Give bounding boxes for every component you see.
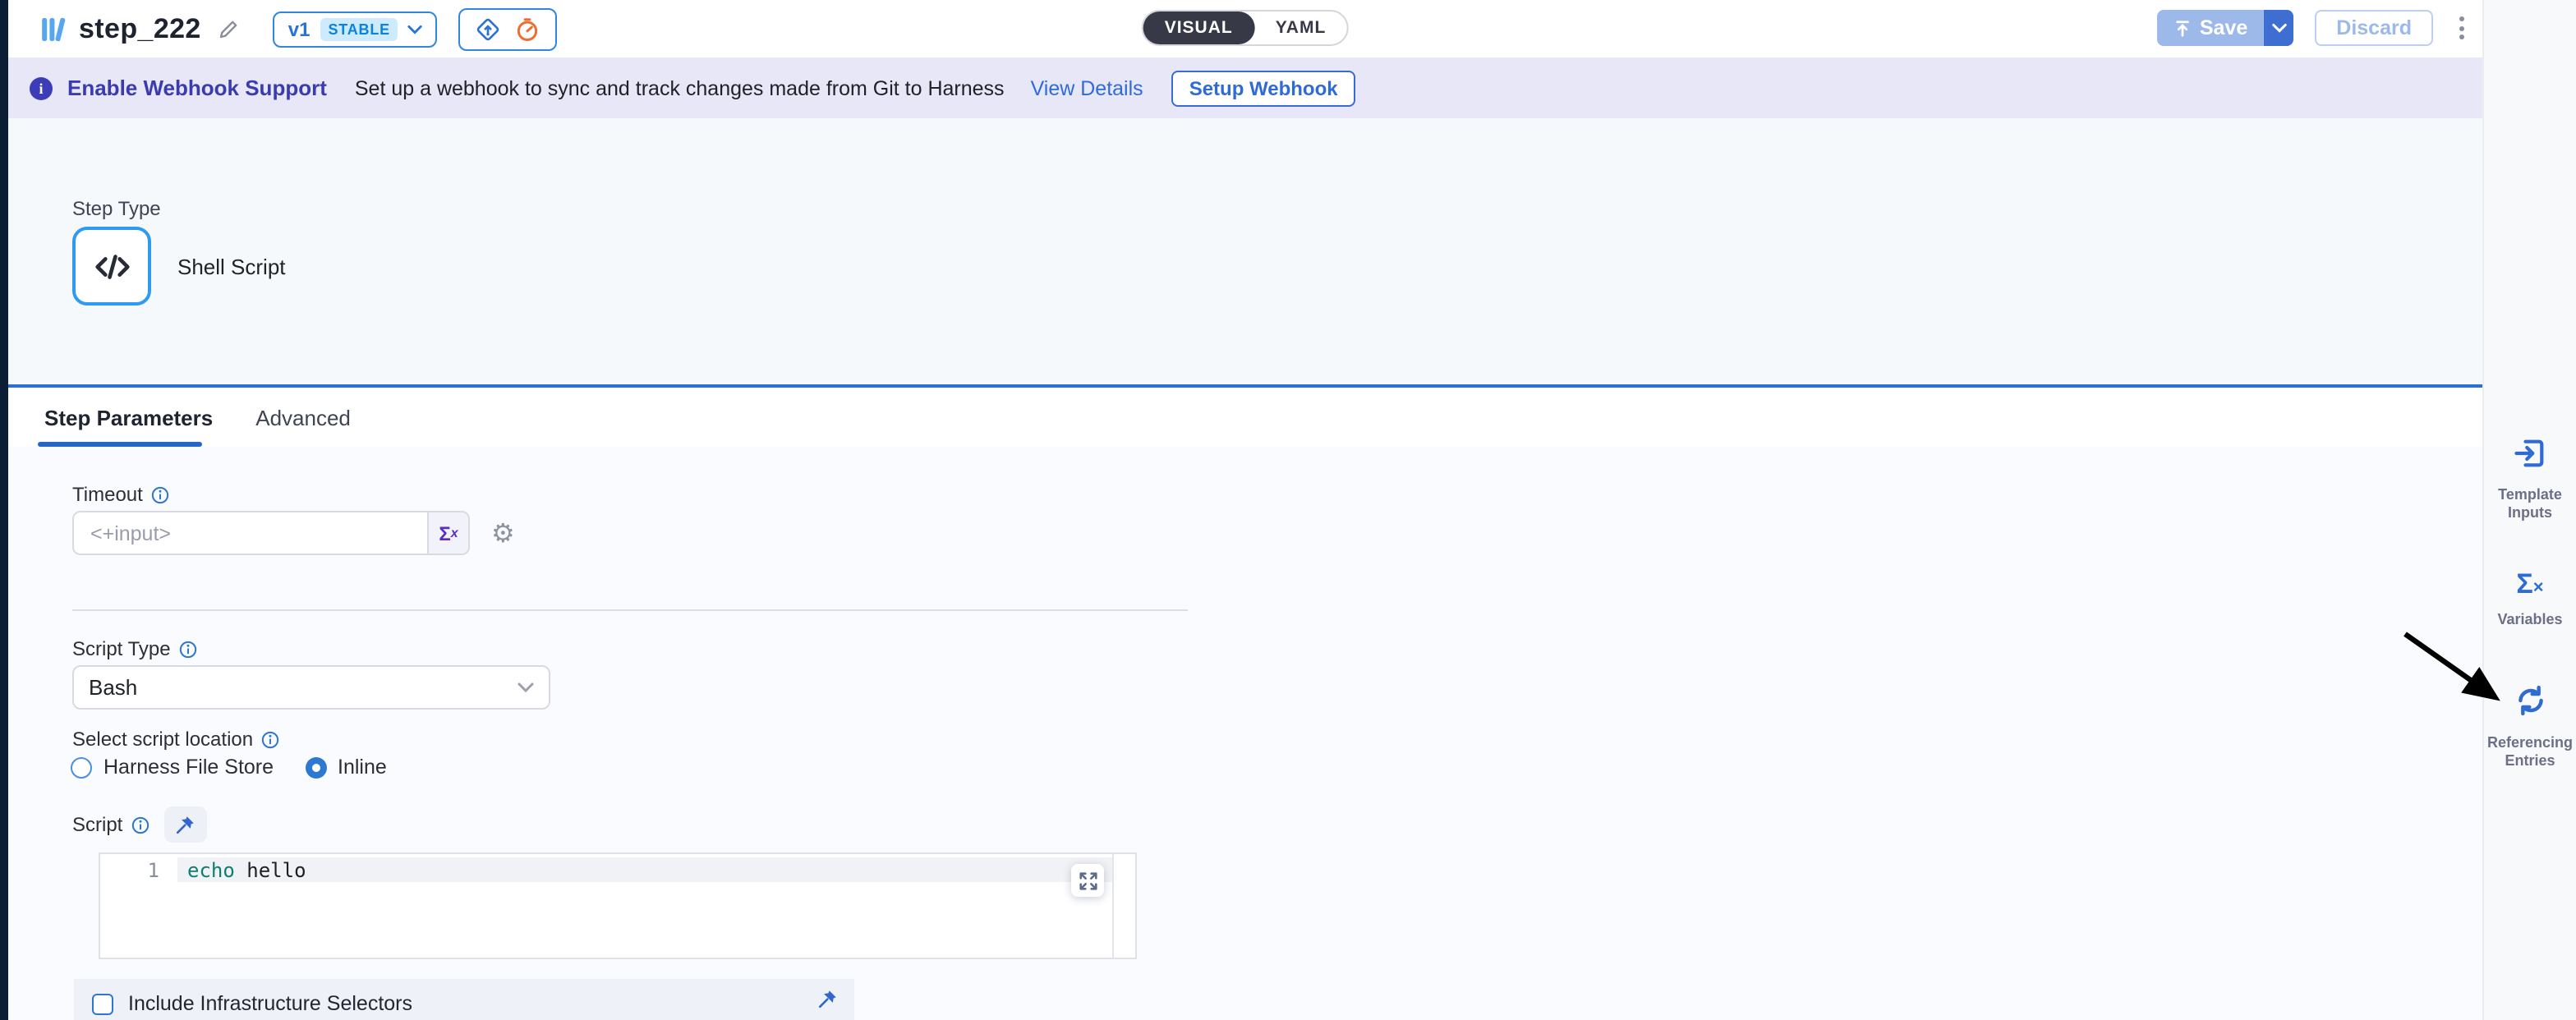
chevron-down-icon [518, 682, 534, 693]
stable-badge: STABLE [320, 17, 398, 40]
form-divider [72, 609, 1188, 611]
discard-button[interactable]: Discard [2315, 10, 2433, 46]
code-keyword: echo [187, 859, 235, 882]
sigma-glyph: Σ [439, 521, 450, 544]
visual-yaml-toggle: VISUAL YAML [1142, 10, 1350, 46]
banner-title: Enable Webhook Support [67, 76, 327, 100]
template-studio-page: step_222 v1 STABLE [0, 0, 2576, 1020]
save-options-caret[interactable] [2264, 10, 2293, 46]
referencing-entries-button[interactable]: Referencing Entries [2484, 683, 2576, 771]
chevron-down-icon [408, 24, 423, 34]
file-store-label: Harness File Store [104, 756, 274, 779]
include-infra-row: Include Infrastructure Selectors [74, 979, 854, 1020]
expand-editor-button[interactable] [1071, 864, 1104, 897]
right-toolbar-rail: Template Inputs Σ× Variables Referencing… [2482, 0, 2576, 1020]
gear-icon[interactable]: ⚙ [491, 520, 515, 546]
code-icon [90, 244, 134, 288]
referencing-entries-icon [2513, 683, 2547, 719]
step-type-label: Step Type [72, 197, 161, 220]
page-title: step_222 [79, 12, 201, 45]
timer-icon [515, 16, 541, 42]
timeout-label: Timeout [72, 483, 143, 506]
view-details-link[interactable]: View Details [1031, 76, 1143, 99]
variables-icon: Σ× [2516, 568, 2543, 604]
upload-icon [2174, 19, 2192, 37]
code-argument: hello [246, 859, 306, 882]
step-type-section: Step Type Shell Script [8, 118, 2482, 384]
shell-script-step-card[interactable] [72, 227, 151, 306]
inline-label: Inline [338, 756, 387, 779]
template-library-icon [38, 14, 67, 44]
template-inputs-icon [2512, 435, 2548, 471]
webhook-banner: i Enable Webhook Support Set up a webhoo… [8, 57, 2482, 118]
script-location-info-icon[interactable] [261, 730, 279, 748]
radio-circle-off [71, 756, 92, 778]
radio-inline[interactable]: Inline [305, 756, 387, 779]
variables-button[interactable]: Σ× Variables [2484, 568, 2576, 630]
collapsed-left-nav[interactable] [0, 0, 8, 1020]
pin-infra-button[interactable] [816, 989, 838, 1010]
include-infra-checkbox[interactable] [92, 993, 113, 1014]
step-parameters-panel: Timeout Σx ⚙ [8, 447, 2482, 1020]
script-code-editor[interactable]: 1 echo hello [99, 852, 1137, 959]
script-info-icon[interactable] [131, 816, 149, 834]
toggle-visual[interactable]: VISUAL [1143, 11, 1254, 44]
info-icon: i [30, 76, 53, 99]
script-label: Script [72, 813, 122, 836]
more-options-menu[interactable] [2454, 11, 2469, 44]
banner-message: Set up a webhook to sync and track chang… [355, 76, 1005, 99]
timeout-info-icon[interactable] [151, 485, 169, 503]
timeout-field-wrap: Σx [72, 511, 470, 555]
timeout-input[interactable] [74, 512, 427, 554]
version-selector[interactable]: v1 STABLE [274, 11, 438, 47]
save-button[interactable]: Save [2157, 10, 2264, 46]
template-status-icons[interactable] [459, 7, 558, 50]
tab-advanced[interactable]: Advanced [255, 405, 351, 430]
code-line: echo hello [187, 859, 306, 882]
setup-webhook-button[interactable]: Setup Webhook [1171, 70, 1356, 106]
script-location-label: Select script location [72, 728, 253, 751]
step-type-value: Shell Script [177, 254, 286, 278]
toggle-yaml[interactable]: YAML [1254, 11, 1348, 44]
tab-step-parameters[interactable]: Step Parameters [44, 405, 213, 430]
save-split-button: Save [2157, 10, 2293, 46]
script-type-value: Bash [89, 675, 137, 700]
expression-toggle[interactable]: Σx [427, 512, 468, 554]
editor-scrollbar[interactable] [1112, 854, 1135, 958]
referencing-entries-label: Referencing Entries [2484, 734, 2576, 771]
variables-label: Variables [2484, 611, 2576, 630]
edit-title-icon[interactable] [218, 17, 241, 40]
template-inputs-button[interactable]: Template Inputs [2484, 435, 2576, 523]
radio-circle-on [305, 756, 326, 778]
script-type-select[interactable]: Bash [72, 665, 550, 710]
active-line-highlight [177, 857, 1114, 882]
pin-script-button[interactable] [163, 806, 206, 843]
script-type-label: Script Type [72, 637, 171, 660]
git-diamond-icon [476, 16, 502, 42]
save-label: Save [2200, 16, 2247, 39]
sigma-sup: x [451, 526, 458, 540]
script-type-info-icon[interactable] [179, 640, 197, 658]
include-infra-label: Include Infrastructure Selectors [128, 992, 412, 1015]
radio-harness-file-store[interactable]: Harness File Store [71, 756, 274, 779]
template-inputs-label: Template Inputs [2484, 486, 2576, 523]
version-label: v1 [288, 17, 310, 40]
line-number: 1 [100, 859, 159, 882]
page-header: step_222 v1 STABLE [8, 0, 2482, 57]
tab-bar: Step Parameters Advanced [8, 388, 2482, 447]
